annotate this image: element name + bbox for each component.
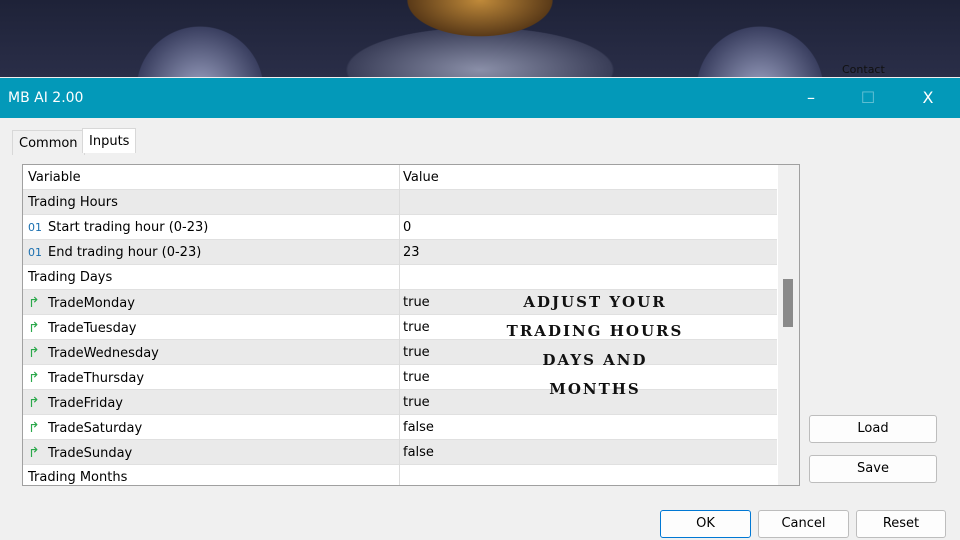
column-divider	[399, 165, 400, 485]
variable-name: TradeWednesday	[48, 346, 159, 361]
table-row[interactable]: ↱ TradeSaturday false	[23, 415, 777, 440]
variable-name: End trading hour (0-23)	[48, 245, 202, 260]
variable-name: TradeMonday	[48, 296, 135, 311]
boolean-type-icon: ↱	[28, 370, 40, 386]
tab-common[interactable]: Common	[12, 130, 85, 155]
value-cell[interactable]: 0	[403, 220, 411, 235]
variable-name: TradeSunday	[48, 446, 133, 461]
group-row[interactable]: Trading Months	[23, 465, 777, 485]
maximize-button[interactable]: ☐	[853, 86, 883, 110]
background-banner-image	[0, 0, 960, 77]
variable-cell: ↱ TradeFriday	[28, 395, 123, 411]
variable-cell: ↱ TradeTuesday	[28, 320, 136, 336]
value-cell[interactable]: true	[403, 395, 430, 410]
variable-cell: ↱ TradeSaturday	[28, 420, 142, 436]
variable-cell: Trading Days	[28, 270, 112, 285]
contact-link[interactable]: Contact	[842, 63, 885, 76]
value-cell[interactable]: true	[403, 345, 430, 360]
value-cell[interactable]: true	[403, 370, 430, 385]
group-row[interactable]: Trading Hours	[23, 190, 777, 215]
tab-inputs[interactable]: Inputs	[82, 128, 137, 153]
reset-button[interactable]: Reset	[856, 510, 946, 538]
overlay-line: TRADING HOURS	[506, 322, 684, 340]
variable-cell: ↱ TradeThursday	[28, 370, 144, 386]
variable-name: TradeFriday	[48, 396, 123, 411]
minimize-button[interactable]: –	[796, 86, 826, 110]
variable-name: TradeSaturday	[48, 421, 143, 436]
value-cell[interactable]: true	[403, 320, 430, 335]
integer-type-icon: 01	[28, 246, 42, 259]
variable-cell: ↱ TradeMonday	[28, 295, 135, 311]
header-value[interactable]: Value	[403, 170, 439, 185]
integer-type-icon: 01	[28, 221, 42, 234]
variable-cell: ↱ TradeSunday	[28, 445, 132, 461]
overlay-line: DAYS AND	[542, 351, 648, 369]
window-title: MB AI 2.00	[8, 90, 84, 106]
close-button[interactable]: X	[913, 86, 943, 110]
variable-name: Trading Hours	[28, 195, 118, 210]
variable-cell: Trading Months	[28, 470, 127, 485]
header-variable[interactable]: Variable	[28, 170, 81, 185]
table-row[interactable]: ↱ TradeSunday false	[23, 440, 777, 465]
title-bar: MB AI 2.00 – ☐ X	[0, 78, 960, 118]
value-cell[interactable]: false	[403, 420, 434, 435]
boolean-type-icon: ↱	[28, 445, 40, 461]
load-button[interactable]: Load	[809, 415, 937, 443]
boolean-type-icon: ↱	[28, 320, 40, 336]
variable-cell: Trading Hours	[28, 195, 118, 210]
boolean-type-icon: ↱	[28, 420, 40, 436]
group-row[interactable]: Trading Days	[23, 265, 777, 290]
variable-name: Start trading hour (0-23)	[48, 220, 209, 235]
variable-name: Trading Days	[28, 270, 113, 285]
variable-cell: 01 Start trading hour (0-23)	[28, 220, 208, 235]
grid-header: Variable Value	[23, 165, 777, 190]
boolean-type-icon: ↱	[28, 395, 40, 411]
cancel-button[interactable]: Cancel	[758, 510, 849, 538]
table-row[interactable]: 01 End trading hour (0-23) 23	[23, 240, 777, 265]
ok-button[interactable]: OK	[660, 510, 751, 538]
overlay-line: ADJUST YOUR	[523, 293, 667, 311]
variable-name: Trading Months	[28, 470, 128, 485]
value-cell[interactable]: true	[403, 295, 430, 310]
promo-overlay-text: ADJUST YOUR TRADING HOURS DAYS AND MONTH…	[440, 288, 750, 404]
vertical-scrollbar[interactable]	[778, 165, 799, 485]
boolean-type-icon: ↱	[28, 345, 40, 361]
variable-cell: ↱ TradeWednesday	[28, 345, 159, 361]
value-cell[interactable]: 23	[403, 245, 420, 260]
scrollbar-thumb[interactable]	[783, 279, 793, 327]
boolean-type-icon: ↱	[28, 295, 40, 311]
save-button[interactable]: Save	[809, 455, 937, 483]
variable-name: TradeTuesday	[48, 321, 137, 336]
table-row[interactable]: 01 Start trading hour (0-23) 0	[23, 215, 777, 240]
value-cell[interactable]: false	[403, 445, 434, 460]
variable-name: TradeThursday	[48, 371, 145, 386]
overlay-line: MONTHS	[549, 380, 641, 398]
variable-cell: 01 End trading hour (0-23)	[28, 245, 201, 260]
